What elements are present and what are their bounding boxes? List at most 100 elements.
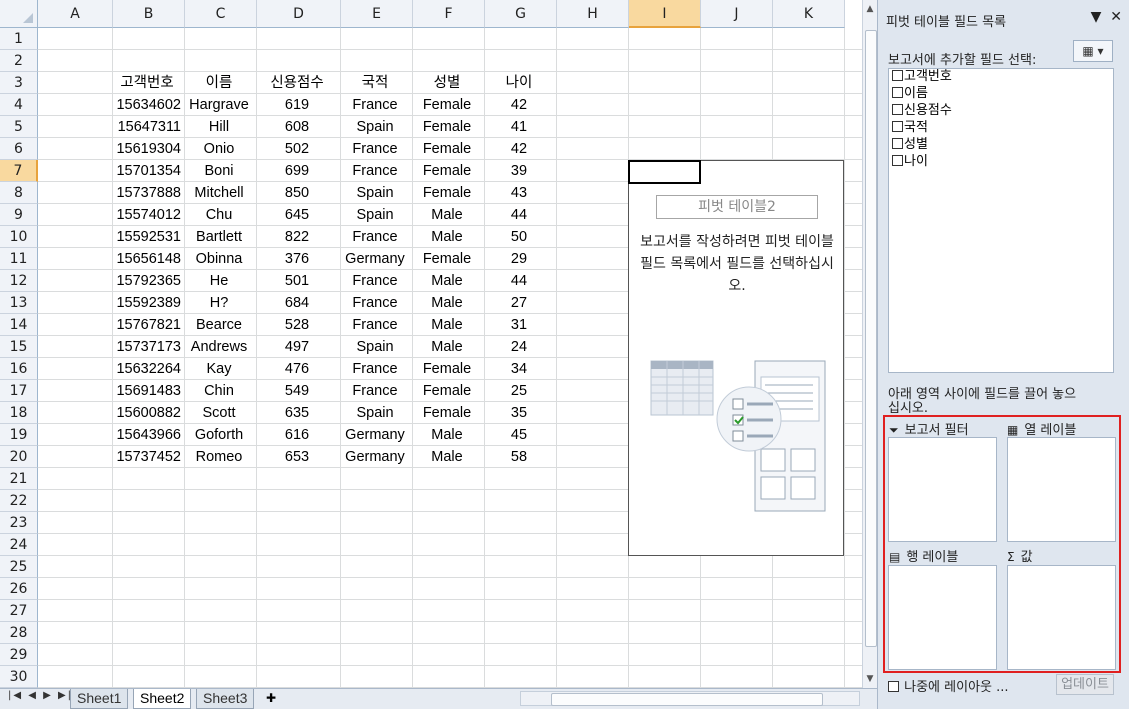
horizontal-scroll-thumb[interactable] bbox=[551, 693, 823, 706]
table-cell[interactable]: 35 bbox=[485, 402, 553, 424]
table-cell[interactable]: 822 bbox=[257, 226, 337, 248]
table-cell[interactable]: Spain bbox=[341, 402, 409, 424]
table-cell[interactable]: Male bbox=[413, 314, 481, 336]
table-cell[interactable]: Female bbox=[413, 94, 481, 116]
table-header-cell[interactable]: 국적 bbox=[341, 72, 409, 94]
table-cell[interactable]: France bbox=[341, 160, 409, 182]
checkbox-icon[interactable] bbox=[892, 138, 903, 149]
tab-navigation-icons[interactable]: |◀ ◀ ▶ ▶| bbox=[8, 690, 73, 701]
horizontal-scrollbar[interactable] bbox=[520, 691, 860, 706]
table-cell[interactable]: 528 bbox=[257, 314, 337, 336]
table-header-cell[interactable]: 신용점수 bbox=[257, 72, 337, 94]
select-all-corner[interactable] bbox=[0, 0, 38, 28]
table-cell[interactable]: Bearce bbox=[185, 314, 253, 336]
table-cell[interactable]: Male bbox=[413, 446, 481, 468]
table-cell[interactable]: Male bbox=[413, 270, 481, 292]
table-cell[interactable]: 501 bbox=[257, 270, 337, 292]
table-cell[interactable]: Germany bbox=[341, 446, 409, 468]
row-header-5[interactable]: 5 bbox=[0, 116, 38, 138]
table-header-cell[interactable]: 나이 bbox=[485, 72, 553, 94]
table-cell[interactable]: Hill bbox=[185, 116, 253, 138]
table-cell[interactable]: He bbox=[185, 270, 253, 292]
table-header-cell[interactable]: 이름 bbox=[185, 72, 253, 94]
table-cell[interactable]: Male bbox=[413, 424, 481, 446]
row-header-7[interactable]: 7 bbox=[0, 160, 38, 182]
row-header-26[interactable]: 26 bbox=[0, 578, 38, 600]
table-cell[interactable]: 699 bbox=[257, 160, 337, 182]
row-header-4[interactable]: 4 bbox=[0, 94, 38, 116]
row-header-17[interactable]: 17 bbox=[0, 380, 38, 402]
table-cell[interactable]: 39 bbox=[485, 160, 553, 182]
field-list-layout-button[interactable]: ▦ ▾ bbox=[1073, 40, 1113, 62]
table-cell[interactable]: 15737452 bbox=[113, 446, 181, 468]
table-cell[interactable]: Spain bbox=[341, 336, 409, 358]
column-header-j[interactable]: J bbox=[701, 0, 773, 28]
row-header-21[interactable]: 21 bbox=[0, 468, 38, 490]
table-cell[interactable]: Male bbox=[413, 336, 481, 358]
table-cell[interactable]: 15619304 bbox=[113, 138, 181, 160]
table-cell[interactable]: Onio bbox=[185, 138, 253, 160]
row-header-11[interactable]: 11 bbox=[0, 248, 38, 270]
row-header-2[interactable]: 2 bbox=[0, 50, 38, 72]
table-cell[interactable]: 15647311 bbox=[113, 116, 181, 138]
table-cell[interactable]: 15737173 bbox=[113, 336, 181, 358]
row-header-22[interactable]: 22 bbox=[0, 490, 38, 512]
table-header-cell[interactable]: 고객번호 bbox=[113, 72, 181, 94]
table-cell[interactable]: 476 bbox=[257, 358, 337, 380]
scroll-down-icon[interactable]: ▼ bbox=[863, 672, 877, 686]
table-cell[interactable]: Female bbox=[413, 358, 481, 380]
table-cell[interactable]: Male bbox=[413, 204, 481, 226]
table-cell[interactable]: 645 bbox=[257, 204, 337, 226]
pivot-table-placeholder[interactable]: 피벗 테이블2 보고서를 작성하려면 피벗 테이블 필드 목록에서 필드를 선택… bbox=[628, 160, 844, 556]
table-cell[interactable]: Spain bbox=[341, 204, 409, 226]
column-header-g[interactable]: G bbox=[485, 0, 557, 28]
scroll-up-icon[interactable]: ▲ bbox=[863, 2, 877, 16]
row-header-1[interactable]: 1 bbox=[0, 28, 38, 50]
table-cell[interactable]: 653 bbox=[257, 446, 337, 468]
checkbox-icon[interactable] bbox=[892, 104, 903, 115]
table-cell[interactable]: Female bbox=[413, 248, 481, 270]
close-icon[interactable]: ✕ bbox=[1110, 9, 1122, 25]
table-cell[interactable]: Germany bbox=[341, 248, 409, 270]
column-header-a[interactable]: A bbox=[38, 0, 113, 28]
field-customer-id[interactable]: 고객번호 bbox=[892, 69, 952, 86]
row-header-20[interactable]: 20 bbox=[0, 446, 38, 468]
row-header-23[interactable]: 23 bbox=[0, 512, 38, 534]
row-header-14[interactable]: 14 bbox=[0, 314, 38, 336]
table-cell[interactable]: H? bbox=[185, 292, 253, 314]
table-cell[interactable]: Female bbox=[413, 138, 481, 160]
table-cell[interactable]: 608 bbox=[257, 116, 337, 138]
row-header-30[interactable]: 30 bbox=[0, 666, 38, 688]
table-cell[interactable]: France bbox=[341, 380, 409, 402]
defer-layout-update[interactable]: 나중에 레이아웃 ... bbox=[888, 676, 1009, 695]
field-credit-score[interactable]: 신용점수 bbox=[892, 103, 952, 120]
table-cell[interactable]: France bbox=[341, 270, 409, 292]
table-cell[interactable]: 15643966 bbox=[113, 424, 181, 446]
table-cell[interactable]: 24 bbox=[485, 336, 553, 358]
column-header-i[interactable]: I bbox=[629, 0, 701, 28]
table-cell[interactable]: 15574012 bbox=[113, 204, 181, 226]
column-header-k[interactable]: K bbox=[773, 0, 845, 28]
table-cell[interactable]: 15592531 bbox=[113, 226, 181, 248]
table-cell[interactable]: Chin bbox=[185, 380, 253, 402]
table-cell[interactable]: Female bbox=[413, 116, 481, 138]
table-cell[interactable]: 15701354 bbox=[113, 160, 181, 182]
table-cell[interactable]: 34 bbox=[485, 358, 553, 380]
column-header-f[interactable]: F bbox=[413, 0, 485, 28]
table-cell[interactable]: 497 bbox=[257, 336, 337, 358]
table-cell[interactable]: 58 bbox=[485, 446, 553, 468]
table-cell[interactable]: 684 bbox=[257, 292, 337, 314]
row-header-9[interactable]: 9 bbox=[0, 204, 38, 226]
table-cell[interactable]: 15792365 bbox=[113, 270, 181, 292]
tab-sheet1[interactable]: Sheet1 bbox=[70, 689, 129, 709]
row-header-15[interactable]: 15 bbox=[0, 336, 38, 358]
checkbox-icon[interactable] bbox=[892, 87, 903, 98]
field-name[interactable]: 이름 bbox=[892, 86, 928, 103]
table-cell[interactable]: 50 bbox=[485, 226, 553, 248]
table-cell[interactable]: France bbox=[341, 226, 409, 248]
vertical-scroll-thumb[interactable] bbox=[865, 30, 877, 647]
table-cell[interactable]: Goforth bbox=[185, 424, 253, 446]
column-header-b[interactable]: B bbox=[113, 0, 185, 28]
checkbox-icon[interactable] bbox=[892, 121, 903, 132]
table-cell[interactable]: Mitchell bbox=[185, 182, 253, 204]
